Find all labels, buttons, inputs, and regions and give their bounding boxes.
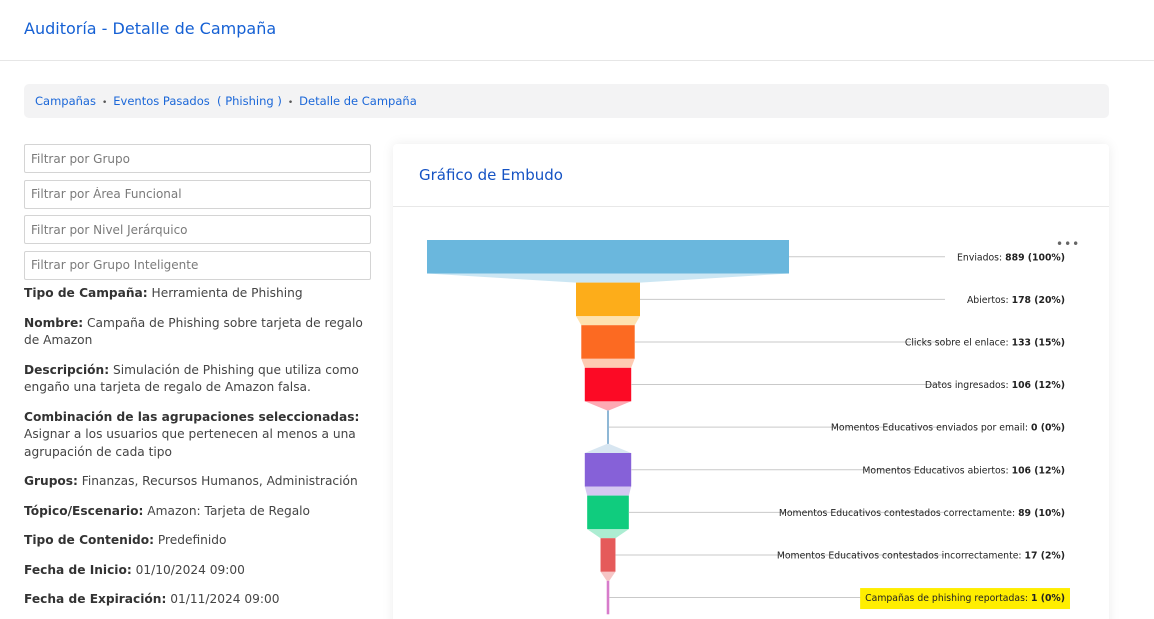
funnel-chart-card: Gráfico de Embudo Enviados: 889 (100%) Ab… xyxy=(393,144,1109,619)
funnel-stage-connector xyxy=(600,571,616,581)
funnel-stage-connector xyxy=(584,443,632,453)
funnel-stage-value: 17 (2%) xyxy=(1025,550,1065,561)
breadcrumb-separator: • xyxy=(287,98,294,108)
funnel-stage-label: Abiertos: 178 (20%) xyxy=(967,295,1065,306)
filter-grupo-input[interactable] xyxy=(24,144,371,173)
funnel-stage-bar xyxy=(584,453,632,487)
detail-descripcion: Descripción: Simulación de Phishing que … xyxy=(24,362,359,395)
funnel-stage-connector xyxy=(584,401,632,411)
campaign-details: Tipo de Campaña: Herramienta de Phishing… xyxy=(24,285,374,619)
funnel-stage-value: 889 (100%) xyxy=(1005,252,1065,263)
detail-fecha-expiracion: Fecha de Expiración: 01/11/2024 09:00 xyxy=(24,592,280,606)
funnel-stage-value: 0 (0%) xyxy=(1031,423,1065,434)
filter-grupo-inteligente-input[interactable] xyxy=(24,250,371,280)
funnel-stage-name: Momentos Educativos enviados por email: xyxy=(831,423,1031,434)
detail-tipo-contenido: Tipo de Contenido: Predefinido xyxy=(24,533,227,547)
funnel-stage-value: 106 (12%) xyxy=(1012,465,1065,476)
funnel-stage-value: 133 (15%) xyxy=(1012,337,1065,348)
funnel-stage-name: Abiertos: xyxy=(967,295,1012,306)
funnel-stage-connector xyxy=(587,529,629,539)
funnel-stage-label: Momentos Educativos contestados correcta… xyxy=(779,508,1065,519)
more-horizontal-icon[interactable]: ••• xyxy=(1056,237,1080,251)
funnel-stage-bar xyxy=(607,410,609,444)
funnel-stage-bar xyxy=(600,538,616,572)
detail-nombre: Nombre: Campaña de Phishing sobre tarjet… xyxy=(24,315,363,348)
detail-fecha-inicio: Fecha de Inicio: 01/10/2024 09:00 xyxy=(24,562,245,577)
funnel-stage-connector xyxy=(576,316,640,326)
funnel-stage-connector xyxy=(584,486,632,496)
funnel-stage-label: Momentos Educativos abiertos: 106 (12%) xyxy=(862,465,1065,476)
funnel-stage-bar xyxy=(584,367,632,402)
filter-area-funcional-input[interactable] xyxy=(24,179,371,209)
top-bar: Auditoría - Detalle de Campaña xyxy=(0,0,1154,61)
detail-grupos: Grupos: Finanzas, Recursos Humanos, Admi… xyxy=(24,474,358,488)
funnel-stage-label: Enviados: 889 (100%) xyxy=(957,252,1065,263)
filter-panel xyxy=(24,144,371,286)
detail-topico: Tópico/Escenario: Amazon: Tarjeta de Reg… xyxy=(24,503,311,518)
funnel-stage-name: Momentos Educativos contestados incorrec… xyxy=(777,550,1025,561)
funnel-stage-bar xyxy=(427,240,789,274)
funnel-stage-value: 1 (0%) xyxy=(1031,593,1065,604)
page-title: Auditoría - Detalle de Campaña xyxy=(24,19,277,38)
detail-tipo-campana: Tipo de Campaña: Herramienta de Phishing xyxy=(24,286,303,300)
detail-combinacion: Combinación de las agrupaciones seleccio… xyxy=(24,409,360,459)
funnel-chart: Enviados: 889 (100%) Abiertos: 178 (20%) C… xyxy=(427,240,1070,615)
breadcrumb-separator: • xyxy=(101,98,108,108)
breadcrumb-detalle-campana[interactable]: Detalle de Campaña xyxy=(299,94,417,108)
breadcrumb-campanas[interactable]: Campañas xyxy=(35,94,96,108)
funnel-stage-label: Datos ingresados: 106 (12%) xyxy=(925,380,1065,391)
funnel-stage-label: Clicks sobre el enlace: 133 (15%) xyxy=(905,337,1065,348)
funnel-stage-bar xyxy=(606,580,610,615)
funnel-stage-name: Datos ingresados: xyxy=(925,380,1012,391)
funnel-stage-bar xyxy=(587,495,629,530)
funnel-stage-value: 178 (20%) xyxy=(1012,295,1065,306)
funnel-stage-name: Enviados: xyxy=(957,252,1005,263)
funnel-stage-label: Momentos Educativos enviados por email: … xyxy=(831,423,1065,434)
funnel-stage-value: 89 (10%) xyxy=(1018,508,1065,519)
funnel-stage-name: Momentos Educativos contestados correcta… xyxy=(779,508,1018,519)
funnel-stage-bar xyxy=(581,325,635,359)
funnel-stage-label: Momentos Educativos contestados incorrec… xyxy=(777,550,1065,561)
breadcrumb: Campañas • Eventos Pasados ( Phishing ) • De… xyxy=(24,84,1109,118)
funnel-stage-connector xyxy=(427,273,789,283)
funnel-stage-name: Momentos Educativos abiertos: xyxy=(862,465,1011,476)
funnel-stage-name: Campañas de phishing reportadas: xyxy=(865,593,1031,604)
funnel-stage-label: Campañas de phishing reportadas: 1 (0%) xyxy=(865,593,1065,604)
funnel-stage-connector xyxy=(581,358,635,368)
funnel-stage-name: Clicks sobre el enlace: xyxy=(905,337,1012,348)
filter-nivel-jerarquico-input[interactable] xyxy=(24,215,371,244)
breadcrumb-eventos-pasados[interactable]: Eventos Pasados ( Phishing ) xyxy=(113,94,282,108)
funnel-stage-bar xyxy=(576,282,640,317)
funnel-stage-value: 106 (12%) xyxy=(1012,380,1065,391)
